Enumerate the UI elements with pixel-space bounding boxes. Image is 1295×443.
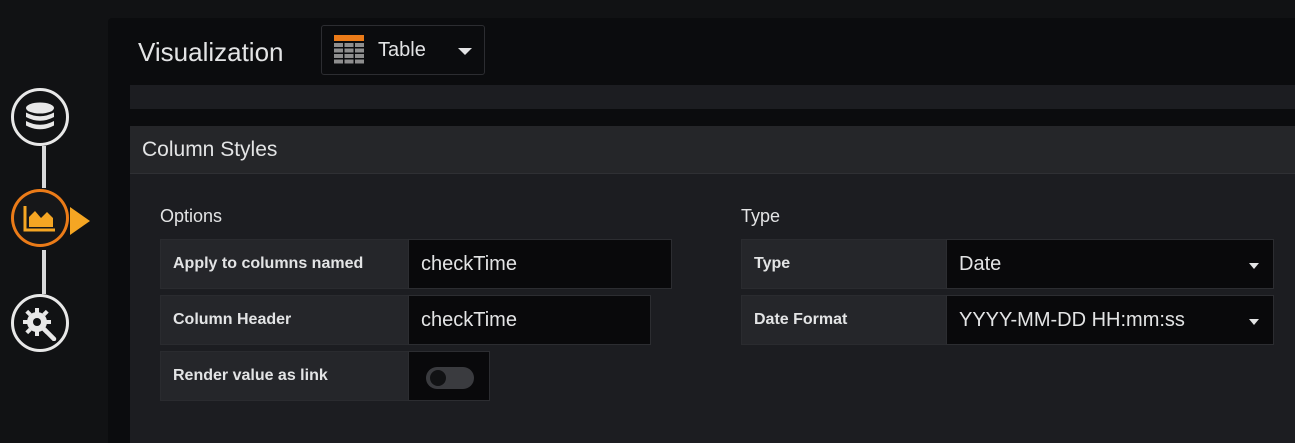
render-link-row: Render value as link — [160, 351, 490, 401]
step-general[interactable] — [11, 294, 69, 352]
apply-to-columns-label: Apply to columns named — [160, 239, 408, 289]
page-title: Visualization — [138, 37, 284, 67]
date-format-select[interactable]: YYYY-MM-DD HH:mm:ss — [946, 295, 1274, 345]
caret-down-icon — [1249, 319, 1259, 325]
column-header-row: Column Header — [160, 295, 651, 345]
gear-wrench-icon — [23, 308, 57, 341]
panel-editor: Visualization Table Column Styles Option… — [108, 18, 1295, 443]
type-label: Type — [741, 239, 946, 289]
apply-to-columns-field[interactable] — [421, 252, 671, 276]
visualization-picker[interactable]: Table — [321, 25, 485, 75]
render-link-toggle[interactable] — [426, 367, 474, 389]
step-queries[interactable] — [11, 88, 69, 146]
active-step-pointer — [70, 207, 90, 235]
step-visualization[interactable] — [11, 189, 69, 247]
column-header-field[interactable] — [421, 308, 650, 332]
apply-to-columns-input[interactable] — [408, 239, 672, 289]
caret-down-icon — [1249, 263, 1259, 269]
column-styles-section: Column Styles Options Apply to columns n… — [130, 126, 1295, 443]
render-link-toggle-cell — [408, 351, 490, 401]
type-select-value: Date — [959, 252, 1002, 275]
date-format-value: YYYY-MM-DD HH:mm:ss — [959, 308, 1185, 331]
section-header[interactable]: Column Styles — [130, 126, 1295, 174]
visualization-picker-label: Table — [378, 38, 426, 61]
apply-to-columns-row: Apply to columns named — [160, 239, 672, 289]
type-select[interactable]: Date — [946, 239, 1274, 289]
caret-down-icon — [458, 48, 472, 55]
date-format-row: Date Format YYYY-MM-DD HH:mm:ss — [741, 295, 1274, 345]
area-chart-icon — [23, 206, 55, 232]
column-header-input[interactable] — [408, 295, 651, 345]
type-group-title: Type — [741, 206, 781, 226]
collapsed-section — [130, 85, 1295, 109]
stepper-line — [42, 250, 46, 294]
step-visualization-inner — [14, 192, 66, 244]
editor-stepper — [0, 0, 108, 443]
column-header-label: Column Header — [160, 295, 408, 345]
date-format-label: Date Format — [741, 295, 946, 345]
type-row: Type Date — [741, 239, 1274, 289]
toggle-knob — [430, 370, 446, 386]
options-group-title: Options — [160, 206, 223, 226]
database-icon — [26, 102, 54, 130]
stepper-line — [42, 146, 46, 188]
render-link-label: Render value as link — [160, 351, 408, 401]
table-icon — [334, 35, 364, 64]
